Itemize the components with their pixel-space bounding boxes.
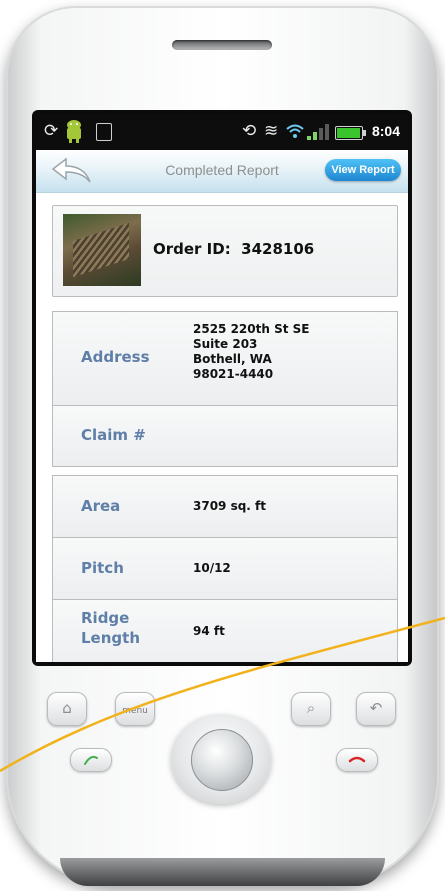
annotation-line — [0, 616, 445, 773]
